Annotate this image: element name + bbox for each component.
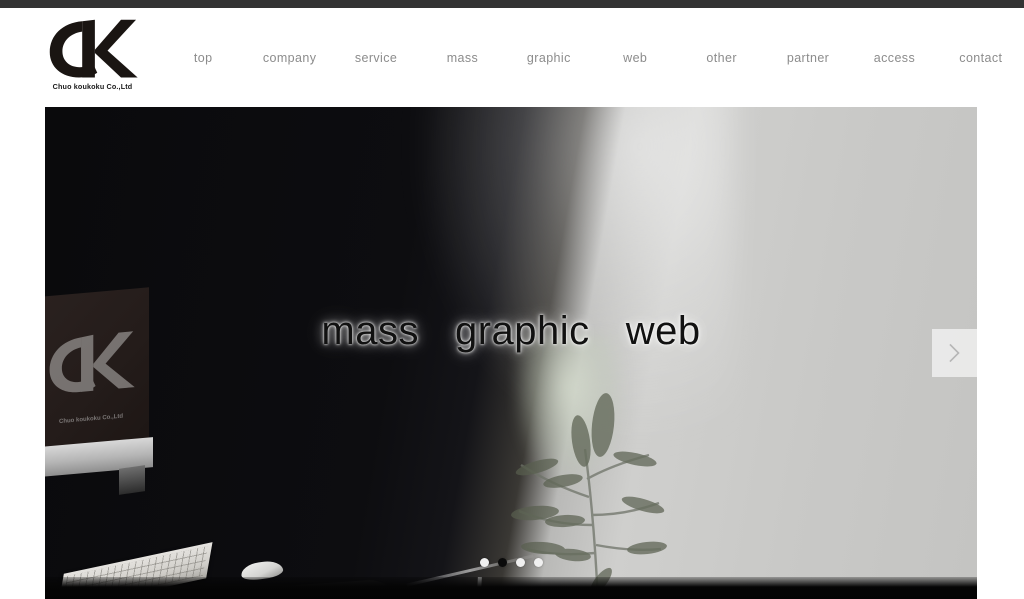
site-header: Chuo koukoku Co.,Ltd top company service… xyxy=(0,8,1024,107)
nav-item-web[interactable]: web xyxy=(592,50,678,66)
hero-slide: Chuo koukoku Co.,Ltd xyxy=(45,107,977,599)
ck-watermark-icon xyxy=(49,331,135,393)
carousel-dot-4[interactable] xyxy=(533,558,543,567)
carousel-dot-1[interactable] xyxy=(479,558,489,567)
carousel-dot-2[interactable] xyxy=(497,558,507,567)
chevron-right-icon xyxy=(949,343,960,363)
nav-item-mass[interactable]: mass xyxy=(419,50,505,66)
nav-item-other[interactable]: other xyxy=(678,50,764,66)
logo-company-name: Chuo koukoku Co.,Ltd xyxy=(52,82,133,91)
nav-item-partner[interactable]: partner xyxy=(765,50,851,66)
nav-item-service[interactable]: service xyxy=(333,50,419,66)
nav-item-access[interactable]: access xyxy=(851,50,937,66)
nav-item-graphic[interactable]: graphic xyxy=(506,50,592,66)
site-logo[interactable]: Chuo koukoku Co.,Ltd xyxy=(45,18,140,100)
top-accent-bar xyxy=(0,0,1024,8)
carousel-dot-3[interactable] xyxy=(515,558,525,567)
carousel-next-button[interactable] xyxy=(932,329,977,377)
nav-item-company[interactable]: company xyxy=(246,50,332,66)
page-root: Chuo koukoku Co.,Ltd top company service… xyxy=(0,0,1024,599)
nav-item-top[interactable]: top xyxy=(160,50,246,66)
hero-carousel[interactable]: Chuo koukoku Co.,Ltd mass graphic web xyxy=(45,107,977,599)
nav-item-contact[interactable]: contact xyxy=(938,50,1024,66)
hero-floor-band xyxy=(45,577,977,599)
carousel-dots xyxy=(45,558,977,567)
ck-logo-icon xyxy=(49,19,138,78)
imac-stand xyxy=(119,465,145,495)
imac-monitor: Chuo koukoku Co.,Ltd xyxy=(45,287,149,457)
main-navigation: top company service mass graphic web oth… xyxy=(160,8,1024,107)
